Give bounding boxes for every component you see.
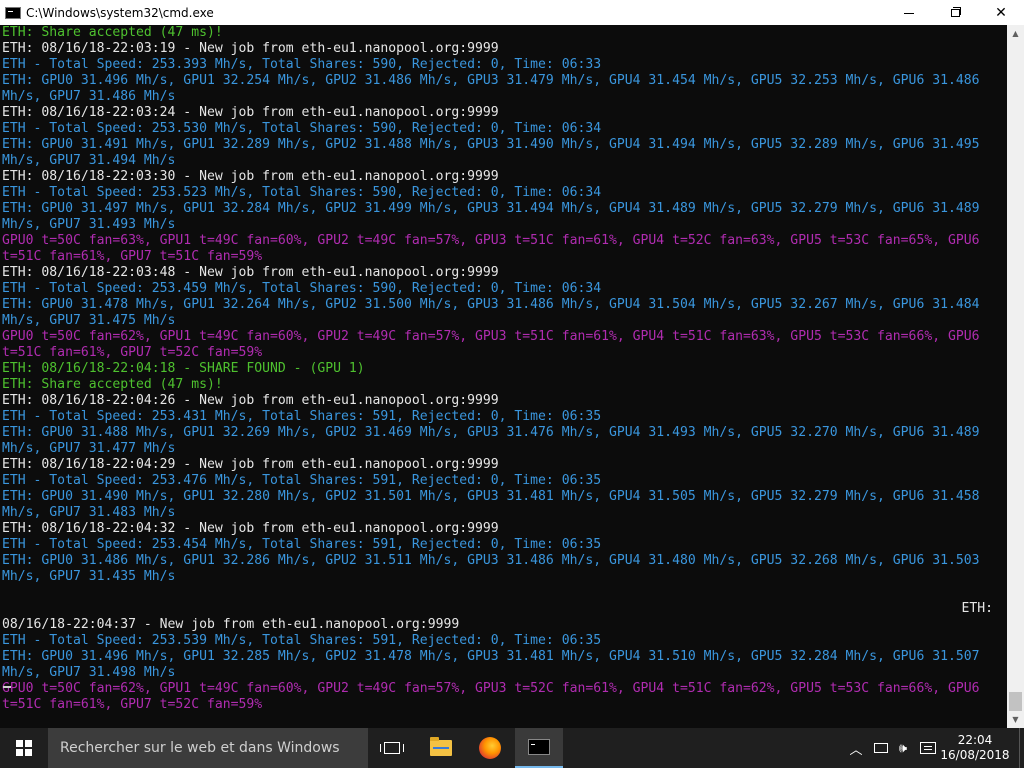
window-title: C:\Windows\system32\cmd.exe — [26, 5, 214, 20]
cmd-taskbar-button[interactable] — [515, 728, 563, 768]
firefox-button[interactable] — [466, 728, 514, 768]
close-button[interactable]: ✕ — [978, 0, 1024, 25]
console-line: Mh/s, GPU7 31.498 Mh/s — [2, 665, 176, 680]
text-cursor — [3, 686, 11, 688]
network-button[interactable] — [870, 728, 892, 768]
console-line: ETH: 08/16/18-22:04:32 - New job from et… — [2, 521, 499, 536]
console-line: t=51C fan=61%, GPU7 t=51C fan=59% — [2, 249, 263, 264]
console-line: GPU0 t=50C fan=62%, GPU1 t=49C fan=60%, … — [2, 681, 980, 696]
console-line: ETH - Total Speed: 253.476 Mh/s, Total S… — [2, 473, 602, 488]
title-bar[interactable]: C:\Windows\system32\cmd.exe ✕ — [0, 0, 1024, 25]
console-line: GPU0 t=50C fan=63%, GPU1 t=49C fan=60%, … — [2, 233, 980, 248]
cmd-icon — [5, 6, 21, 19]
clock-date: 16/08/2018 — [940, 748, 1010, 762]
console-line: ETH - Total Speed: 253.431 Mh/s, Total S… — [2, 409, 602, 424]
folder-icon — [430, 737, 452, 756]
show-hidden-icons-button[interactable]: ︿ — [846, 728, 866, 768]
console-output[interactable]: ETH: Share accepted (47 ms)! ETH: 08/16/1… — [0, 25, 1007, 728]
speaker-icon: 🕪 — [898, 740, 908, 756]
taskbar-clock[interactable]: 22:04 16/08/2018 — [940, 728, 1010, 768]
console-line: ETH - Total Speed: 253.393 Mh/s, Total S… — [2, 57, 602, 72]
console-line: Mh/s, GPU7 31.494 Mh/s — [2, 153, 176, 168]
clock-time: 22:04 — [957, 733, 993, 747]
console-line: ETH: GPU0 31.486 Mh/s, GPU1 32.286 Mh/s,… — [2, 553, 980, 568]
console-line: ETH: 08/16/18-22:03:19 - New job from et… — [2, 41, 499, 56]
console-line: GPU0 t=50C fan=62%, GPU1 t=49C fan=60%, … — [2, 329, 980, 344]
console-line: t=51C fan=61%, GPU7 t=52C fan=59% — [2, 345, 263, 360]
file-explorer-button[interactable] — [417, 728, 465, 768]
console-line: ETH: GPU0 31.478 Mh/s, GPU1 32.264 Mh/s,… — [2, 297, 980, 312]
notification-icon — [920, 742, 936, 754]
show-desktop-button[interactable] — [1019, 728, 1024, 768]
console-line: ETH - Total Speed: 253.539 Mh/s, Total S… — [2, 633, 602, 648]
volume-button[interactable]: 🕪 — [893, 728, 913, 768]
console-line: ETH - Total Speed: 253.530 Mh/s, Total S… — [2, 121, 602, 136]
windows-logo-icon — [16, 740, 32, 756]
console-line: Mh/s, GPU7 31.477 Mh/s — [2, 441, 176, 456]
console-line: ETH: GPU0 31.491 Mh/s, GPU1 32.289 Mh/s,… — [2, 137, 980, 152]
start-button[interactable] — [0, 728, 48, 768]
console-line: ETH: GPU0 31.488 Mh/s, GPU1 32.269 Mh/s,… — [2, 425, 980, 440]
console-line: ETH - Total Speed: 253.454 Mh/s, Total S… — [2, 537, 602, 552]
vertical-scrollbar[interactable]: ▲ ▼ — [1007, 25, 1024, 728]
console-line: ETH: Share accepted (47 ms)! — [2, 25, 223, 40]
console-line: ETH: 08/16/18-22:04:29 - New job from et… — [2, 457, 499, 472]
cmd-icon — [528, 739, 550, 755]
task-view-button[interactable] — [368, 728, 416, 768]
taskbar-search-box[interactable]: Rechercher sur le web et dans Windows — [48, 728, 368, 768]
console-line: ETH - Total Speed: 253.459 Mh/s, Total S… — [2, 281, 602, 296]
network-icon — [874, 743, 888, 753]
console-line: 08/16/18-22:04:37 - New job from eth-eu1… — [2, 617, 460, 632]
console-line: ETH: GPU0 31.490 Mh/s, GPU1 32.280 Mh/s,… — [2, 489, 980, 504]
console-line: ETH: GPU0 31.497 Mh/s, GPU1 32.284 Mh/s,… — [2, 201, 980, 216]
search-placeholder: Rechercher sur le web et dans Windows — [60, 740, 340, 756]
window-controls: ✕ — [886, 0, 1024, 25]
console-line: Mh/s, GPU7 31.483 Mh/s — [2, 505, 176, 520]
console-line: Mh/s, GPU7 31.486 Mh/s — [2, 89, 176, 104]
action-center-button[interactable] — [917, 728, 939, 768]
console-line: Mh/s, GPU7 31.475 Mh/s — [2, 313, 176, 328]
minimize-button[interactable] — [886, 0, 932, 25]
console-line: ETH - Total Speed: 253.523 Mh/s, Total S… — [2, 185, 602, 200]
console-line: ETH: 08/16/18-22:03:30 - New job from et… — [2, 169, 499, 184]
console-line: Mh/s, GPU7 31.435 Mh/s — [2, 569, 176, 584]
console-line: ETH: GPU0 31.496 Mh/s, GPU1 32.285 Mh/s,… — [2, 649, 980, 664]
minimize-icon — [904, 12, 914, 14]
scrollbar-thumb[interactable] — [1009, 692, 1022, 711]
console-line: t=51C fan=61%, GPU7 t=52C fan=59% — [2, 697, 263, 712]
close-icon: ✕ — [995, 4, 1007, 21]
console-line: ETH: 08/16/18-22:03:48 - New job from et… — [2, 265, 499, 280]
console-line: ETH: — [961, 601, 993, 616]
taskbar: Rechercher sur le web et dans Windows ︿ … — [0, 728, 1024, 768]
console-line: Mh/s, GPU7 31.493 Mh/s — [2, 217, 176, 232]
maximize-button[interactable] — [932, 0, 978, 25]
console-line: ETH: GPU0 31.496 Mh/s, GPU1 32.254 Mh/s,… — [2, 73, 980, 88]
console-line: ETH: Share accepted (47 ms)! — [2, 377, 223, 392]
scroll-up-arrow-icon[interactable]: ▲ — [1007, 25, 1024, 42]
task-view-icon — [380, 742, 404, 754]
firefox-icon — [479, 737, 501, 759]
chevron-up-icon: ︿ — [849, 742, 863, 758]
console-line: ETH: 08/16/18-22:04:26 - New job from et… — [2, 393, 499, 408]
maximize-icon — [950, 6, 961, 17]
scroll-down-arrow-icon[interactable]: ▼ — [1007, 711, 1024, 728]
console-line: ETH: 08/16/18-22:04:18 - SHARE FOUND - (… — [2, 361, 365, 376]
console-line: ETH: 08/16/18-22:03:24 - New job from et… — [2, 105, 499, 120]
